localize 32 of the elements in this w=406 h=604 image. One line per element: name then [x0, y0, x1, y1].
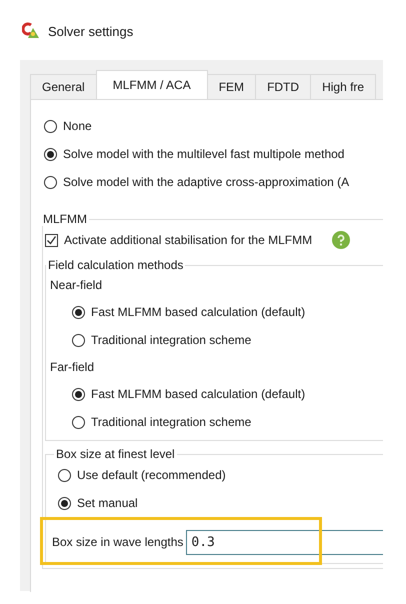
radio-option[interactable]: Set manual	[58, 489, 383, 517]
radio-button[interactable]	[44, 120, 57, 132]
stabilisation-checkbox[interactable]: Activate additional stabilisation for the MLFMM	[45, 233, 312, 247]
radio-option[interactable]: Solve model with the adaptive cross-approximation (A	[44, 168, 383, 196]
radio-option[interactable]: None	[44, 112, 383, 140]
radio-button[interactable]	[72, 416, 85, 428]
radio-button[interactable]	[72, 306, 85, 318]
section-label: Far-field	[50, 360, 94, 374]
window-title: Solver settings	[48, 24, 134, 38]
group-title: MLFMM	[42, 212, 88, 226]
group-title: Box size at finest level	[55, 447, 176, 461]
tab[interactable]: High fre	[310, 74, 376, 99]
radio-button[interactable]	[44, 176, 57, 188]
tab[interactable]: MLFMM / ACA	[96, 70, 208, 99]
field-label: Box size in wave lengths	[52, 535, 184, 549]
checkbox[interactable]	[45, 234, 58, 246]
radio-button[interactable]	[72, 334, 85, 346]
radio-option[interactable]: Fast MLFMM based calculation (default)	[72, 298, 383, 326]
section-label: Near-field	[50, 278, 102, 292]
radio-option[interactable]: Traditional integration scheme	[72, 326, 383, 354]
radio-option[interactable]: Use default (recommended)	[58, 461, 383, 489]
radio-button[interactable]	[72, 388, 85, 400]
radio-option[interactable]: Traditional integration scheme	[72, 408, 383, 436]
radio-button[interactable]	[44, 148, 57, 160]
app-icon	[22, 22, 40, 40]
radio-option[interactable]: Solve model with the multilevel fast multipole method	[44, 140, 383, 168]
radio-option[interactable]: Fast MLFMM based calculation (default)	[72, 380, 383, 408]
tab[interactable]: General	[30, 74, 97, 99]
group-title: Field calculation methods	[47, 258, 184, 272]
radio-button[interactable]	[58, 496, 71, 510]
input-field[interactable]: 0.3	[186, 530, 383, 554]
radio-button[interactable]	[58, 468, 71, 482]
